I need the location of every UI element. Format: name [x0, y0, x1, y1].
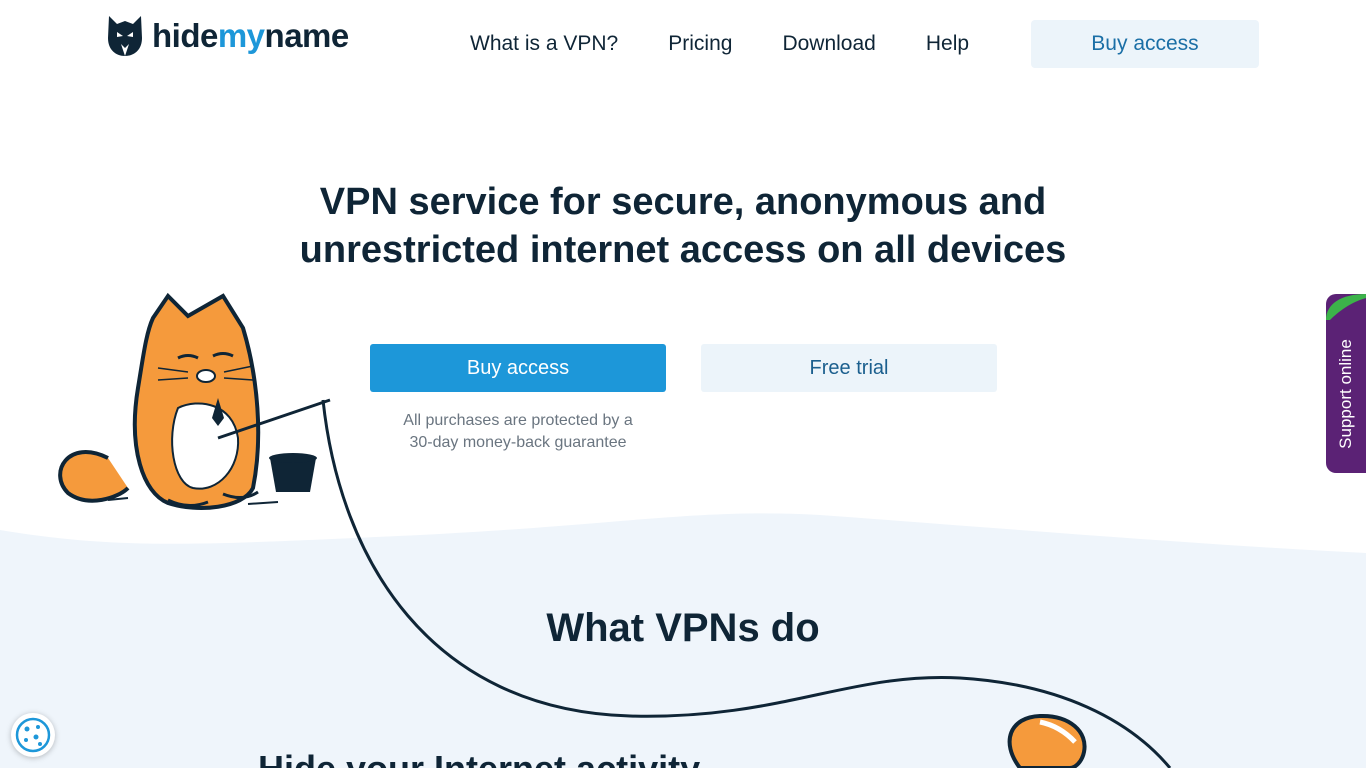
support-online-tab[interactable]: Support online: [1326, 294, 1366, 473]
cookie-icon: [15, 717, 51, 753]
guarantee-line-1: All purchases are protected by a: [403, 412, 633, 429]
hero-buy-access-button[interactable]: Buy access: [370, 344, 666, 392]
hero-title-line-2: unrestricted internet access on all devi…: [299, 229, 1067, 271]
hero-title-line-1: VPN service for secure, anonymous and: [319, 181, 1047, 223]
main-menu: What is a VPN? Pricing Download Help: [470, 20, 1019, 68]
cookie-settings-button[interactable]: [11, 713, 55, 757]
fish-illustration: [1007, 713, 1087, 768]
menu-item-what-is-vpn[interactable]: What is a VPN?: [470, 32, 618, 56]
section-title: What VPNs do: [546, 606, 820, 650]
leaf-icon: [1326, 294, 1366, 320]
header-buy-access-button[interactable]: Buy access: [1031, 20, 1259, 68]
orange-cat-fishing-illustration: [58, 292, 331, 510]
guarantee-line-2: 30-day money-back guarantee: [409, 434, 627, 451]
menu-item-download[interactable]: Download: [782, 32, 875, 56]
logo[interactable]: hidemyname: [106, 14, 349, 58]
site-header: hidemyname What is a VPN? Pricing Downlo…: [0, 0, 1366, 88]
menu-item-help[interactable]: Help: [926, 32, 969, 56]
support-online-label: Support online: [1336, 339, 1355, 449]
cat-mask-logo-icon: [108, 16, 142, 56]
hero-title: VPN service for secure, anonymous and un…: [283, 178, 1083, 274]
menu-item-pricing[interactable]: Pricing: [668, 32, 732, 56]
free-trial-button[interactable]: Free trial: [701, 344, 997, 392]
section-subtitle: Hide your Internet activity: [258, 748, 700, 768]
logo-text: hidemyname: [152, 17, 349, 54]
money-back-guarantee: All purchases are protected by a 30-day …: [370, 410, 666, 454]
